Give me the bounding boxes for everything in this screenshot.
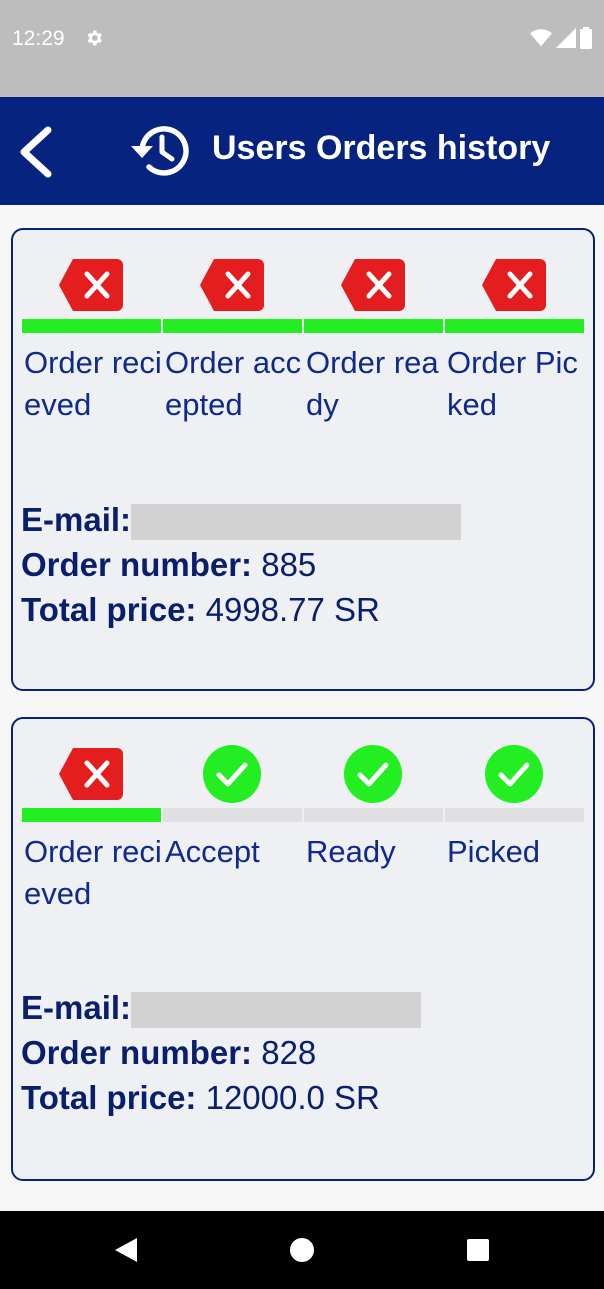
step-progress-bar [22,808,161,822]
app-bar: Users Orders history [0,97,604,205]
cancel-icon[interactable] [197,256,267,314]
total-price-value: 4998.77 SR [205,591,380,628]
step-progress-bar [163,808,302,822]
cancel-icon[interactable] [338,256,408,314]
step-label: Order ready [306,345,439,422]
step-progress-bar [304,808,443,822]
total-price-row: Total price: 12000.0 SR [21,1075,421,1120]
email-redacted [131,504,462,541]
step-label: Picked [447,834,541,869]
history-icon [131,126,189,176]
check-circle-icon[interactable] [197,745,267,803]
total-price-label: Total price: [21,591,197,628]
status-time: 12:29 [12,27,65,50]
status-icons [530,27,592,49]
cancel-icon[interactable] [479,256,549,314]
order-number-value: 828 [261,1034,317,1071]
order-card: Order recieved Accept Ready Picked E-mai… [11,717,595,1181]
orders-list: Order recieved Order accepted Order read… [0,205,604,1211]
nav-home-icon[interactable] [285,1233,319,1267]
total-price-row: Total price: 4998.77 SR [21,587,461,632]
cancel-icon[interactable] [56,256,126,314]
signal-icon [556,28,576,48]
cancel-icon[interactable] [56,745,126,803]
order-info: E-mail: Order number: 885 Total price: 4… [21,497,462,632]
step-label: Order accepted [165,345,302,422]
email-label: E-mail: [21,501,132,538]
status-bar: 12:29 [0,0,604,97]
order-number-label: Order number: [21,546,253,583]
system-nav-bar [0,1211,604,1289]
order-info: E-mail: Order number: 828 Total price: 1… [21,985,422,1120]
order-number-row: Order number: 828 [21,1030,421,1075]
back-chevron-icon[interactable] [12,122,62,182]
order-number-label: Order number: [21,1034,253,1071]
step-progress-bar [445,808,584,822]
email-row: E-mail: [21,985,422,1030]
step-progress-bar [304,319,443,333]
email-row: E-mail: [21,497,462,542]
step-label: Accept [165,834,260,869]
step-label: Order recieved [24,834,162,911]
total-price-label: Total price: [21,1079,197,1116]
check-circle-icon[interactable] [479,745,549,803]
nav-recents-icon[interactable] [461,1233,495,1267]
step-progress-bar [163,319,302,333]
step-label: Order recieved [24,345,162,422]
order-number-value: 885 [261,546,317,583]
page-title: Users Orders history [212,129,551,167]
step-label: Order Picked [447,345,578,422]
email-label: E-mail: [21,989,132,1026]
step-progress-bar [22,319,161,333]
order-card: Order recieved Order accepted Order read… [11,228,595,691]
nav-back-icon[interactable] [109,1233,143,1267]
step-label: Ready [306,834,396,869]
step-progress-bar [445,319,584,333]
battery-icon [580,27,592,49]
settings-gear-icon [87,30,102,46]
wifi-icon [530,29,552,47]
order-number-row: Order number: 885 [21,542,461,587]
check-circle-icon[interactable] [338,745,408,803]
email-redacted [131,992,422,1029]
total-price-value: 12000.0 SR [205,1079,380,1116]
